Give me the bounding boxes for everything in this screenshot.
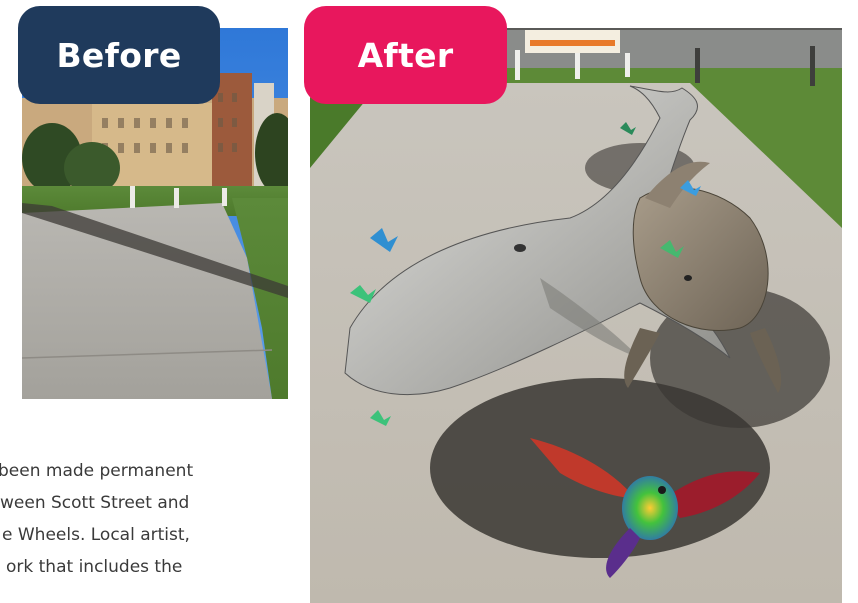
article-line: ween Scott Street and	[0, 493, 190, 513]
article-text: been made permanent ween Scott Street an…	[0, 455, 300, 603]
article-line: been made permanent	[0, 461, 194, 481]
article-line: e Wheels. Local artist,	[2, 525, 190, 545]
article-line: ork that includes the	[6, 557, 183, 577]
after-photo	[310, 28, 842, 603]
comparison-page: Before After been made permanent ween Sc…	[0, 0, 858, 603]
before-label: Before	[18, 6, 220, 104]
after-label: After	[304, 6, 507, 104]
